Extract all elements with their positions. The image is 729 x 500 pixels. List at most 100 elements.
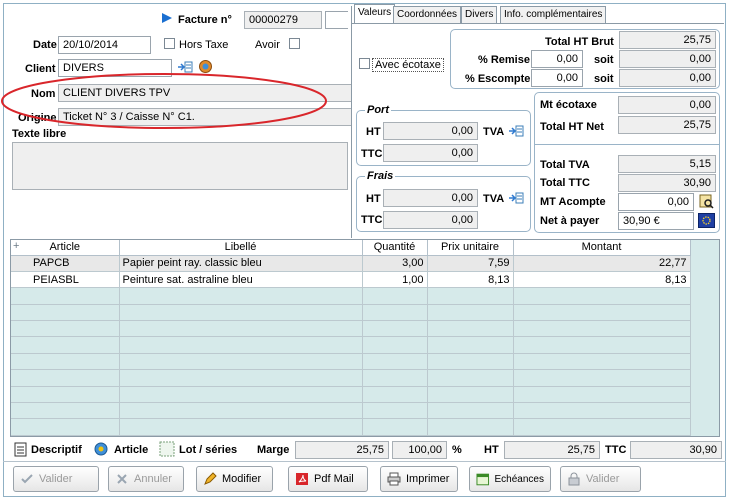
empty-cell[interactable] [119, 418, 363, 436]
empty-table-row[interactable] [11, 304, 691, 322]
empty-cell[interactable] [11, 320, 120, 338]
facture-number-field[interactable]: 00000279 [244, 11, 322, 29]
lot-series-icon[interactable] [159, 441, 175, 457]
mt-acompte-field[interactable]: 0,00 [618, 193, 694, 211]
empty-cell[interactable] [11, 435, 120, 436]
col-libelle-header[interactable]: Libellé [119, 240, 363, 256]
annuler-button[interactable]: Annuler [108, 466, 184, 492]
empty-cell[interactable] [362, 353, 428, 371]
port-tva-list-icon[interactable] [508, 124, 524, 138]
empty-cell[interactable] [513, 353, 691, 371]
remise-field[interactable]: 0,00 [531, 50, 583, 68]
table-row[interactable]: PEIASBL Peinture sat. astraline bleu 1,00 8… [11, 271, 691, 289]
empty-cell[interactable] [11, 386, 120, 404]
avoir-checkbox[interactable] [289, 38, 300, 49]
empty-cell[interactable] [513, 386, 691, 404]
empty-cell[interactable] [427, 336, 514, 354]
empty-cell[interactable] [119, 386, 363, 404]
article-label[interactable]: Article [114, 444, 148, 456]
empty-cell[interactable] [427, 287, 514, 305]
tab-divers[interactable]: Divers [461, 6, 498, 23]
empty-cell[interactable] [119, 320, 363, 338]
empty-cell[interactable] [513, 435, 691, 436]
cell-article[interactable]: PEIASBL [11, 271, 120, 289]
imprimer-button[interactable]: Imprimer [380, 466, 458, 492]
empty-cell[interactable] [11, 287, 120, 305]
col-prix-header[interactable]: Prix unitaire [427, 240, 514, 256]
empty-cell[interactable] [362, 402, 428, 420]
add-row-icon[interactable]: + [13, 240, 19, 252]
col-quantite-header[interactable]: Quantité [362, 240, 428, 256]
modifier-button[interactable]: Modifier [196, 466, 273, 492]
empty-cell[interactable] [11, 353, 120, 371]
empty-cell[interactable] [362, 418, 428, 436]
avec-ecotaxe-checkbox[interactable] [359, 58, 370, 69]
empty-cell[interactable] [11, 402, 120, 420]
cell-prix[interactable]: 8,13 [427, 271, 514, 289]
frais-ht-field[interactable]: 0,00 [383, 189, 478, 207]
cell-quantite[interactable]: 1,00 [362, 271, 428, 289]
empty-cell[interactable] [362, 336, 428, 354]
facture-extra-field[interactable] [325, 11, 348, 29]
empty-cell[interactable] [513, 320, 691, 338]
empty-cell[interactable] [427, 353, 514, 371]
empty-cell[interactable] [427, 418, 514, 436]
empty-cell[interactable] [11, 369, 120, 387]
cell-quantite[interactable]: 3,00 [362, 255, 428, 272]
empty-table-row[interactable] [11, 402, 691, 420]
empty-cell[interactable] [513, 336, 691, 354]
valider-secondary-button[interactable]: Valider [560, 466, 641, 492]
empty-cell[interactable] [513, 402, 691, 420]
port-ht-field[interactable]: 0,00 [383, 122, 478, 140]
date-field[interactable]: 20/10/2014 [58, 36, 151, 54]
valider-button[interactable]: Valider [13, 466, 99, 492]
empty-table-row[interactable] [11, 418, 691, 436]
texte-libre-field[interactable] [12, 142, 348, 190]
descriptif-label[interactable]: Descriptif [31, 444, 82, 456]
tab-coordonnees[interactable]: Coordonnées [393, 6, 462, 23]
empty-cell[interactable] [119, 369, 363, 387]
hors-taxe-checkbox[interactable] [164, 38, 175, 49]
cell-montant[interactable]: 22,77 [513, 255, 691, 272]
pdf-mail-button[interactable]: Pdf Mail [288, 466, 368, 492]
cell-prix[interactable]: 7,59 [427, 255, 514, 272]
empty-cell[interactable] [362, 435, 428, 436]
empty-cell[interactable] [362, 386, 428, 404]
empty-cell[interactable] [427, 435, 514, 436]
empty-cell[interactable] [427, 386, 514, 404]
empty-cell[interactable] [513, 304, 691, 322]
empty-table-row[interactable] [11, 353, 691, 371]
col-article-header[interactable]: + Article [11, 240, 120, 256]
frais-tva-list-icon[interactable] [508, 191, 524, 205]
empty-cell[interactable] [513, 369, 691, 387]
article-grid[interactable]: + Article Libellé Quantité Prix unitaire … [10, 239, 720, 437]
acompte-search-icon[interactable] [698, 193, 715, 210]
empty-cell[interactable] [362, 320, 428, 338]
empty-cell[interactable] [513, 287, 691, 305]
empty-cell[interactable] [11, 304, 120, 322]
empty-table-row[interactable] [11, 386, 691, 404]
empty-table-row[interactable] [11, 287, 691, 305]
empty-cell[interactable] [119, 287, 363, 305]
empty-cell[interactable] [362, 304, 428, 322]
empty-cell[interactable] [513, 418, 691, 436]
empty-cell[interactable] [427, 402, 514, 420]
empty-cell[interactable] [427, 320, 514, 338]
empty-cell[interactable] [11, 418, 120, 436]
col-montant-header[interactable]: Montant [513, 240, 691, 256]
empty-cell[interactable] [119, 435, 363, 436]
empty-table-row[interactable] [11, 336, 691, 354]
cell-article[interactable]: PAPCB [11, 255, 120, 272]
cell-montant[interactable]: 8,13 [513, 271, 691, 289]
empty-cell[interactable] [119, 353, 363, 371]
escompte-field[interactable]: 0,00 [531, 69, 583, 87]
empty-cell[interactable] [427, 304, 514, 322]
cell-libelle[interactable]: Peinture sat. astraline bleu [119, 271, 363, 289]
empty-cell[interactable] [362, 369, 428, 387]
tab-info-complementaires[interactable]: Info. complémentaires [500, 6, 607, 23]
empty-table-row[interactable] [11, 369, 691, 387]
descriptif-document-icon[interactable] [14, 442, 27, 457]
cell-libelle[interactable]: Papier peint ray. classic bleu [119, 255, 363, 272]
echeances-button[interactable]: Echéances [469, 466, 551, 492]
lot-series-label[interactable]: Lot / séries [179, 444, 237, 456]
